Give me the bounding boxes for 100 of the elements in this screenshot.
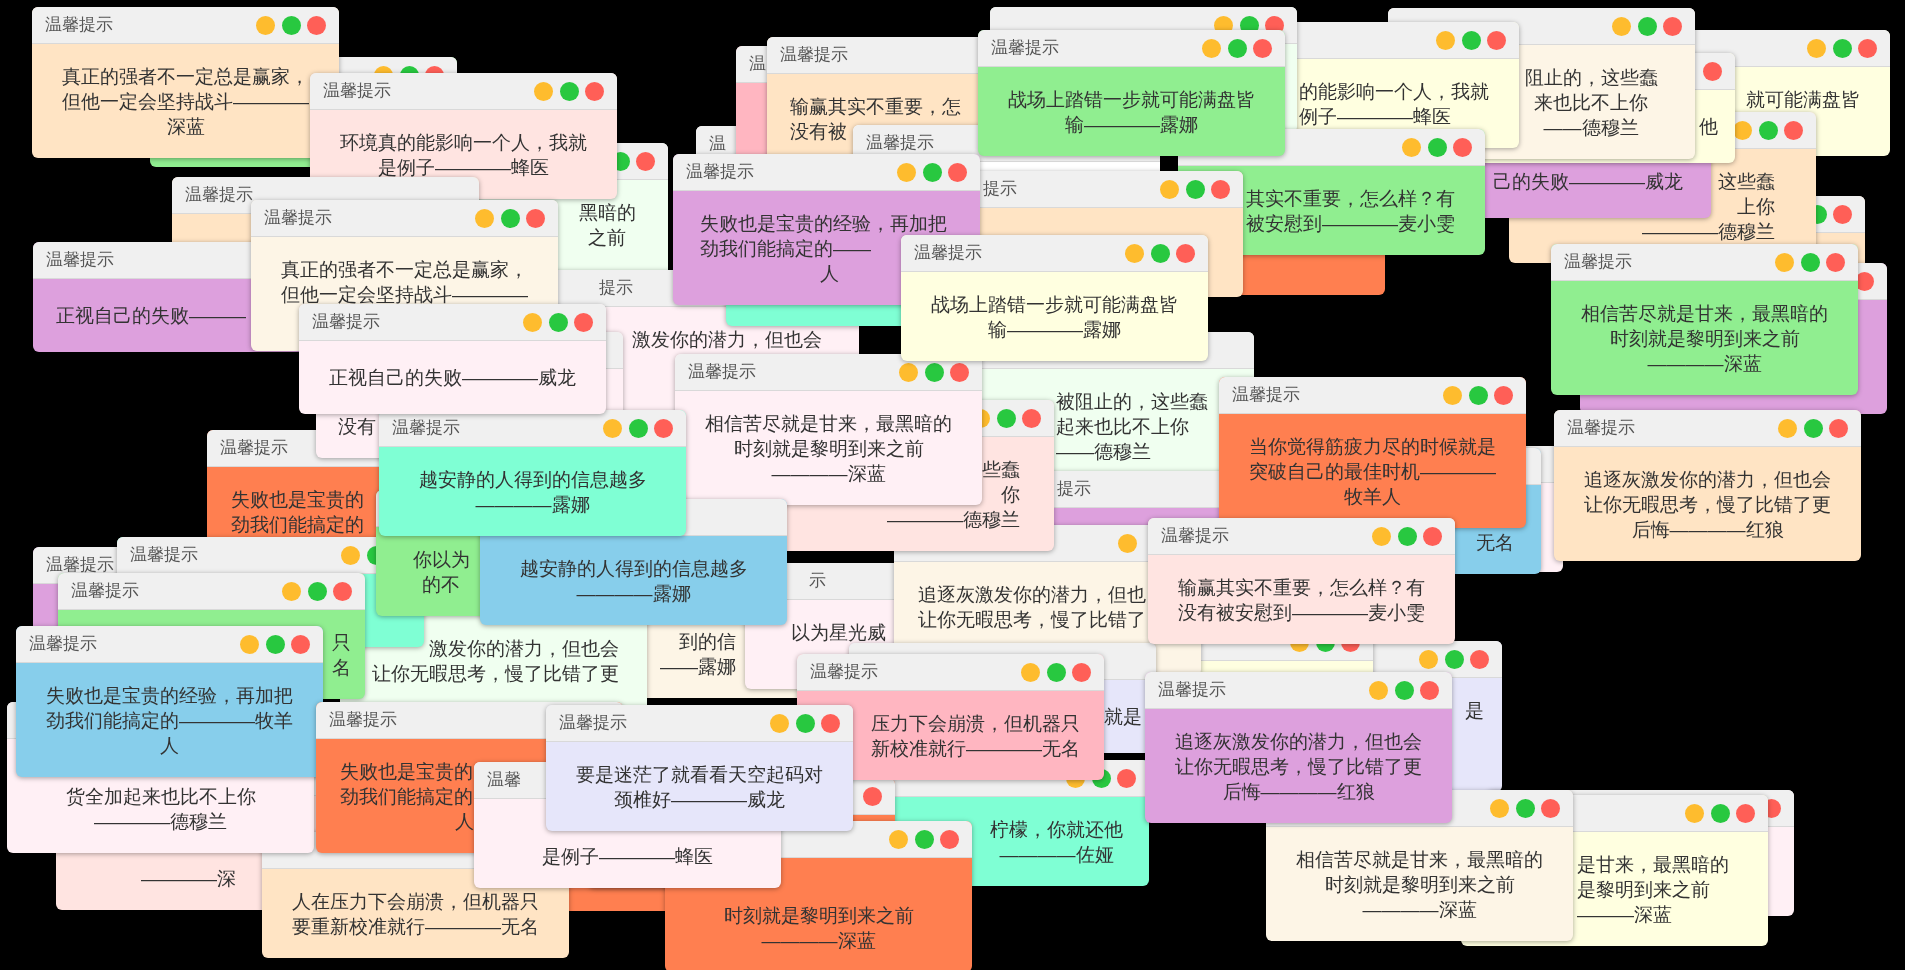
close-icon[interactable] — [1176, 243, 1195, 263]
close-icon[interactable] — [940, 829, 959, 849]
close-icon[interactable] — [1117, 768, 1136, 788]
close-icon[interactable] — [1423, 526, 1442, 546]
close-icon[interactable] — [526, 208, 545, 228]
minimize-icon[interactable] — [1775, 252, 1794, 272]
minimize-icon[interactable] — [1443, 385, 1462, 405]
maximize-icon[interactable] — [1468, 385, 1488, 405]
minimize-icon[interactable] — [1490, 798, 1509, 818]
minimize-icon[interactable] — [1021, 662, 1040, 682]
close-icon[interactable] — [1663, 16, 1682, 36]
minimize-icon[interactable] — [282, 581, 301, 601]
close-icon[interactable] — [1833, 204, 1852, 224]
window-title: 温馨提示 — [29, 634, 97, 654]
close-icon[interactable] — [654, 418, 673, 438]
maximize-icon[interactable] — [1515, 798, 1535, 818]
maximize-icon[interactable] — [1803, 418, 1823, 438]
maximize-icon[interactable] — [1185, 179, 1205, 199]
message-text: 追逐灰激发你的潜力，但也让你无暇思考，慢了比错了 — [918, 582, 1147, 632]
close-icon[interactable] — [1211, 179, 1230, 199]
close-icon[interactable] — [1826, 252, 1845, 272]
close-icon[interactable] — [1072, 662, 1091, 682]
maximize-icon[interactable] — [1444, 649, 1464, 669]
minimize-icon[interactable] — [1402, 137, 1421, 157]
close-icon[interactable] — [1487, 30, 1506, 50]
message-text: 到的信 — [679, 629, 736, 654]
maximize-icon[interactable] — [1832, 38, 1852, 58]
minimize-icon[interactable] — [256, 15, 275, 35]
close-icon[interactable] — [574, 312, 593, 332]
minimize-icon[interactable] — [889, 829, 908, 849]
minimize-icon[interactable] — [475, 208, 494, 228]
maximize-icon[interactable] — [1394, 680, 1414, 700]
minimize-icon[interactable] — [1125, 243, 1144, 263]
close-icon[interactable] — [1858, 38, 1877, 58]
close-icon[interactable] — [1470, 649, 1489, 669]
close-icon[interactable] — [291, 634, 310, 654]
minimize-icon[interactable] — [240, 634, 259, 654]
maximize-icon[interactable] — [1150, 243, 1170, 263]
maximize-icon[interactable] — [548, 312, 568, 332]
close-icon[interactable] — [636, 151, 655, 171]
minimize-icon[interactable] — [603, 418, 622, 438]
close-icon[interactable] — [950, 362, 969, 382]
message-text: 只名 — [330, 630, 352, 680]
close-icon[interactable] — [307, 15, 326, 35]
minimize-icon[interactable] — [770, 713, 789, 733]
message-text: 其实不重要，怎么样？有被安慰到————麦小雯 — [1246, 186, 1456, 236]
close-icon[interactable] — [1022, 408, 1041, 428]
minimize-icon[interactable] — [1372, 526, 1391, 546]
close-icon[interactable] — [585, 81, 604, 101]
close-icon[interactable] — [948, 162, 967, 182]
maximize-icon[interactable] — [996, 408, 1016, 428]
maximize-icon[interactable] — [559, 81, 579, 101]
window-title: 温馨提示 — [810, 662, 878, 682]
maximize-icon[interactable] — [922, 162, 942, 182]
maximize-icon[interactable] — [1800, 252, 1820, 272]
minimize-icon[interactable] — [523, 312, 542, 332]
maximize-icon[interactable] — [1758, 120, 1778, 140]
maximize-icon[interactable] — [500, 208, 520, 228]
close-icon[interactable] — [821, 713, 840, 733]
minimize-icon[interactable] — [1118, 533, 1137, 553]
close-icon[interactable] — [333, 581, 352, 601]
maximize-icon[interactable] — [265, 634, 285, 654]
maximize-icon[interactable] — [1710, 803, 1730, 823]
minimize-icon[interactable] — [1612, 16, 1631, 36]
close-icon[interactable] — [863, 786, 882, 806]
close-icon[interactable] — [1784, 120, 1803, 140]
message-text: 越安静的人得到的信息越多————露娜 — [417, 467, 648, 517]
close-icon[interactable] — [1494, 385, 1513, 405]
close-icon[interactable] — [1453, 137, 1472, 157]
minimize-icon[interactable] — [1202, 38, 1221, 58]
minimize-icon[interactable] — [1778, 418, 1797, 438]
minimize-icon[interactable] — [1419, 649, 1438, 669]
minimize-icon[interactable] — [1369, 680, 1388, 700]
close-icon[interactable] — [1253, 38, 1272, 58]
window-title: 温馨提示 — [1232, 385, 1300, 405]
minimize-icon[interactable] — [534, 81, 553, 101]
minimize-icon[interactable] — [1160, 179, 1179, 199]
maximize-icon[interactable] — [924, 362, 944, 382]
maximize-icon[interactable] — [1227, 38, 1247, 58]
maximize-icon[interactable] — [307, 581, 327, 601]
minimize-icon[interactable] — [1436, 30, 1455, 50]
minimize-icon[interactable] — [897, 162, 916, 182]
maximize-icon[interactable] — [914, 829, 934, 849]
minimize-icon[interactable] — [1685, 803, 1704, 823]
maximize-icon[interactable] — [1461, 30, 1481, 50]
close-icon[interactable] — [1420, 680, 1439, 700]
maximize-icon[interactable] — [1637, 16, 1657, 36]
maximize-icon[interactable] — [1397, 526, 1417, 546]
maximize-icon[interactable] — [281, 15, 301, 35]
minimize-icon[interactable] — [899, 362, 918, 382]
maximize-icon[interactable] — [795, 713, 815, 733]
close-icon[interactable] — [1829, 418, 1848, 438]
maximize-icon[interactable] — [628, 418, 648, 438]
maximize-icon[interactable] — [1427, 137, 1447, 157]
minimize-icon[interactable] — [341, 545, 360, 565]
close-icon[interactable] — [1541, 798, 1560, 818]
maximize-icon[interactable] — [1046, 662, 1066, 682]
close-icon[interactable] — [1703, 61, 1722, 81]
minimize-icon[interactable] — [1807, 38, 1826, 58]
close-icon[interactable] — [1736, 803, 1755, 823]
